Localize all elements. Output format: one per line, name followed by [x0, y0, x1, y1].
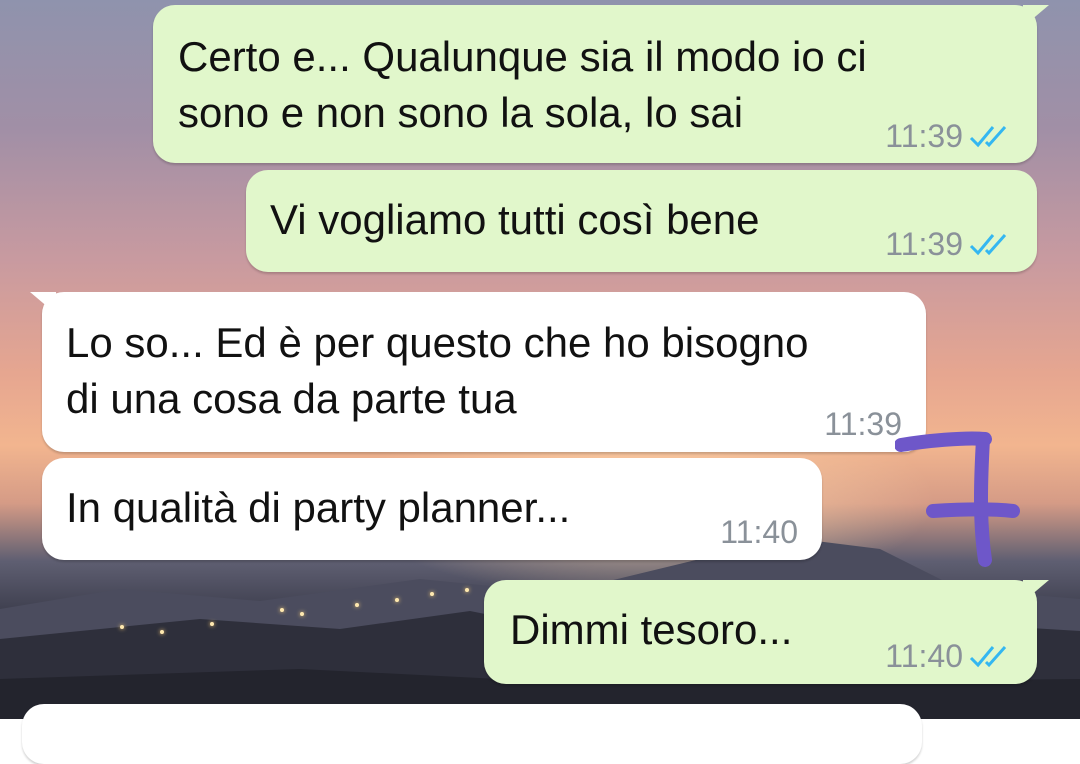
- handwritten-annotation: [895, 431, 1020, 567]
- message-bubble-outgoing[interactable]: Vi vogliamo tutti così bene 11:39: [246, 170, 1037, 272]
- message-meta: 11:39: [885, 216, 1013, 272]
- message-text: Certo e... Qualunque sia il modo io ci s…: [178, 33, 867, 136]
- message-bubble-incoming[interactable]: Lo so... Ed è per questo che ho bisogno …: [30, 292, 926, 452]
- bubble-tail: [1023, 580, 1049, 602]
- message-text: Vi vogliamo tutti così bene: [270, 196, 760, 243]
- message-time: 11:40: [885, 638, 963, 674]
- double-check-icon: [969, 234, 1007, 256]
- message-meta: 11:40: [720, 504, 798, 560]
- message-bubble-outgoing[interactable]: Certo e... Qualunque sia il modo io ci s…: [153, 5, 1049, 164]
- message-time: 11:40: [720, 514, 798, 550]
- message-text: Dimmi tesoro...: [510, 606, 793, 653]
- message-time: 11:39: [824, 406, 902, 442]
- double-check-icon: [969, 646, 1007, 668]
- message-meta: 11:39: [885, 108, 1013, 164]
- message-bubble-outgoing[interactable]: Dimmi tesoro... 11:40: [484, 580, 1049, 684]
- message-time: 11:39: [885, 118, 963, 154]
- message-bubble-incoming[interactable]: In qualità di party planner... 11:40: [42, 458, 822, 560]
- message-meta: 11:39: [824, 396, 902, 452]
- bubble-tail: [1023, 5, 1049, 27]
- message-bubble-incoming-partial[interactable]: [22, 704, 922, 764]
- bubble-tail: [30, 292, 56, 314]
- message-text: Lo so... Ed è per questo che ho bisogno …: [66, 319, 809, 422]
- double-check-icon: [969, 126, 1007, 148]
- message-meta: 11:40: [885, 628, 1013, 684]
- message-time: 11:39: [885, 226, 963, 262]
- message-text: In qualità di party planner...: [66, 484, 571, 531]
